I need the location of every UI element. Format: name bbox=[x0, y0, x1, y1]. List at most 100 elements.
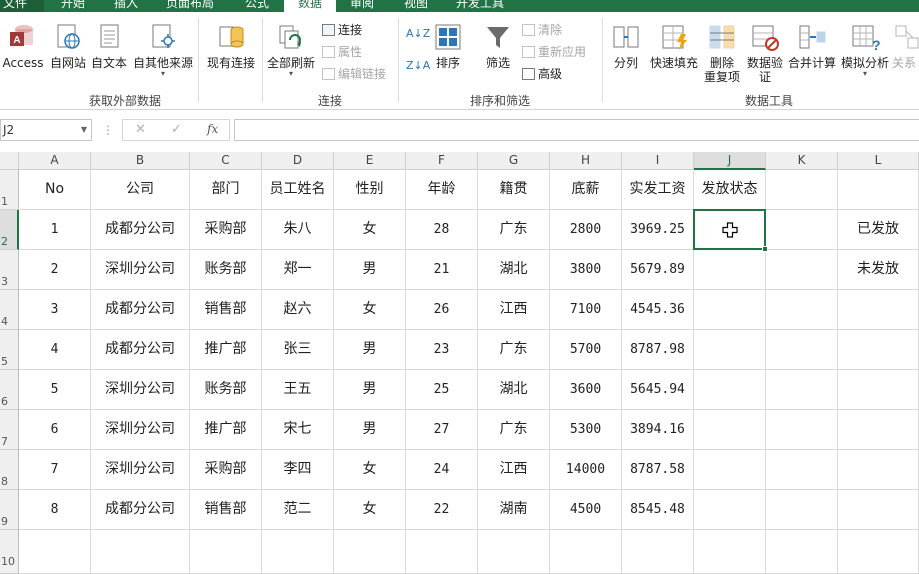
sort-button[interactable]: 排序 bbox=[430, 22, 466, 70]
cancel-icon[interactable]: ✕ bbox=[135, 122, 146, 137]
cell-A1[interactable]: No bbox=[19, 170, 91, 210]
cell-L9[interactable] bbox=[838, 490, 919, 530]
cell-J10[interactable] bbox=[694, 530, 766, 574]
cell-F2[interactable]: 28 bbox=[406, 210, 478, 250]
cell-G9[interactable]: 湖南 bbox=[478, 490, 550, 530]
cell-F1[interactable]: 年龄 bbox=[406, 170, 478, 210]
cell-C10[interactable] bbox=[190, 530, 262, 574]
cell-A7[interactable]: 6 bbox=[19, 410, 91, 450]
cell-B8[interactable]: 深圳分公司 bbox=[91, 450, 190, 490]
cell-E8[interactable]: 女 bbox=[334, 450, 406, 490]
existing-connections-button[interactable]: 现有连接 bbox=[204, 22, 258, 70]
column-header-L[interactable]: L bbox=[838, 152, 919, 170]
cell-G4[interactable]: 江西 bbox=[478, 290, 550, 330]
tab-file[interactable]: 文件 bbox=[0, 0, 44, 12]
cell-H5[interactable]: 5700 bbox=[550, 330, 622, 370]
cell-L5[interactable] bbox=[838, 330, 919, 370]
filter-button[interactable]: 筛选 bbox=[480, 22, 516, 70]
cell-G10[interactable] bbox=[478, 530, 550, 574]
cell-J2[interactable] bbox=[694, 210, 766, 250]
cell-F7[interactable]: 27 bbox=[406, 410, 478, 450]
cell-D4[interactable]: 赵六 bbox=[262, 290, 334, 330]
cell-G7[interactable]: 广东 bbox=[478, 410, 550, 450]
cell-F9[interactable]: 22 bbox=[406, 490, 478, 530]
column-header-B[interactable]: B bbox=[91, 152, 190, 170]
cell-I2[interactable]: 3969.25 bbox=[622, 210, 694, 250]
cell-J4[interactable] bbox=[694, 290, 766, 330]
edit-links-button[interactable]: 编辑链接 bbox=[322, 66, 386, 82]
tab-view[interactable]: 视图 bbox=[404, 0, 428, 12]
row-header-9[interactable]: 9 bbox=[0, 490, 19, 530]
cell-A4[interactable]: 3 bbox=[19, 290, 91, 330]
cell-L8[interactable] bbox=[838, 450, 919, 490]
cell-H3[interactable]: 3800 bbox=[550, 250, 622, 290]
cell-C4[interactable]: 销售部 bbox=[190, 290, 262, 330]
cell-H1[interactable]: 底薪 bbox=[550, 170, 622, 210]
fill-handle[interactable] bbox=[762, 246, 768, 252]
tab-developer[interactable]: 开发工具 bbox=[456, 0, 504, 12]
cell-E3[interactable]: 男 bbox=[334, 250, 406, 290]
enter-icon[interactable]: ✓ bbox=[171, 122, 182, 137]
cell-I1[interactable]: 实发工资 bbox=[622, 170, 694, 210]
cell-K1[interactable] bbox=[766, 170, 838, 210]
cell-I4[interactable]: 4545.36 bbox=[622, 290, 694, 330]
cell-G3[interactable]: 湖北 bbox=[478, 250, 550, 290]
cell-K6[interactable] bbox=[766, 370, 838, 410]
cell-E9[interactable]: 女 bbox=[334, 490, 406, 530]
cell-K5[interactable] bbox=[766, 330, 838, 370]
flash-fill-button[interactable]: 快速填充 bbox=[648, 22, 700, 70]
cell-J5[interactable] bbox=[694, 330, 766, 370]
tab-page-layout[interactable]: 页面布局 bbox=[166, 0, 214, 12]
column-header-J[interactable]: J bbox=[694, 152, 766, 170]
cell-H7[interactable]: 5300 bbox=[550, 410, 622, 450]
cell-G8[interactable]: 江西 bbox=[478, 450, 550, 490]
cell-D3[interactable]: 郑一 bbox=[262, 250, 334, 290]
cell-J9[interactable] bbox=[694, 490, 766, 530]
what-if-analysis-button[interactable]: ? 模拟分析 ▾ bbox=[840, 22, 890, 78]
cell-B9[interactable]: 成都分公司 bbox=[91, 490, 190, 530]
cell-E2[interactable]: 女 bbox=[334, 210, 406, 250]
row-header-8[interactable]: 8 bbox=[0, 450, 19, 490]
remove-duplicates-button[interactable]: 删除 重复项 bbox=[702, 22, 742, 84]
cell-A8[interactable]: 7 bbox=[19, 450, 91, 490]
tab-home[interactable]: 开始 bbox=[61, 0, 85, 12]
cell-I3[interactable]: 5679.89 bbox=[622, 250, 694, 290]
cell-D8[interactable]: 李四 bbox=[262, 450, 334, 490]
cell-L10[interactable] bbox=[838, 530, 919, 574]
cell-E6[interactable]: 男 bbox=[334, 370, 406, 410]
column-header-D[interactable]: D bbox=[262, 152, 334, 170]
cell-D9[interactable]: 范二 bbox=[262, 490, 334, 530]
cell-H4[interactable]: 7100 bbox=[550, 290, 622, 330]
advanced-filter-button[interactable]: 高级 bbox=[522, 66, 562, 82]
from-other-sources-button[interactable]: 自其他来源 ▾ bbox=[131, 22, 195, 78]
cell-K4[interactable] bbox=[766, 290, 838, 330]
cell-K3[interactable] bbox=[766, 250, 838, 290]
tab-data[interactable]: 数据 bbox=[284, 0, 336, 12]
cell-G1[interactable]: 籍贯 bbox=[478, 170, 550, 210]
cell-C8[interactable]: 采购部 bbox=[190, 450, 262, 490]
cell-L3[interactable]: 未发放 bbox=[838, 250, 919, 290]
cell-L4[interactable] bbox=[838, 290, 919, 330]
tab-review[interactable]: 审阅 bbox=[350, 0, 374, 12]
cell-C9[interactable]: 销售部 bbox=[190, 490, 262, 530]
formula-input[interactable] bbox=[234, 119, 919, 141]
cell-H2[interactable]: 2800 bbox=[550, 210, 622, 250]
cell-D5[interactable]: 张三 bbox=[262, 330, 334, 370]
cell-K10[interactable] bbox=[766, 530, 838, 574]
row-header-6[interactable]: 6 bbox=[0, 370, 19, 410]
cell-E10[interactable] bbox=[334, 530, 406, 574]
cell-I10[interactable] bbox=[622, 530, 694, 574]
tab-insert[interactable]: 插入 bbox=[114, 0, 138, 12]
cell-J6[interactable] bbox=[694, 370, 766, 410]
row-header-5[interactable]: 5 bbox=[0, 330, 19, 370]
cell-C5[interactable]: 推广部 bbox=[190, 330, 262, 370]
cell-I7[interactable]: 3894.16 bbox=[622, 410, 694, 450]
cell-H9[interactable]: 4500 bbox=[550, 490, 622, 530]
cell-A6[interactable]: 5 bbox=[19, 370, 91, 410]
cell-D7[interactable]: 宋七 bbox=[262, 410, 334, 450]
data-validation-button[interactable]: 数据验 证 bbox=[744, 22, 786, 84]
cell-J8[interactable] bbox=[694, 450, 766, 490]
cell-L6[interactable] bbox=[838, 370, 919, 410]
cell-D6[interactable]: 王五 bbox=[262, 370, 334, 410]
name-box[interactable]: J2 ▼ bbox=[0, 119, 92, 141]
